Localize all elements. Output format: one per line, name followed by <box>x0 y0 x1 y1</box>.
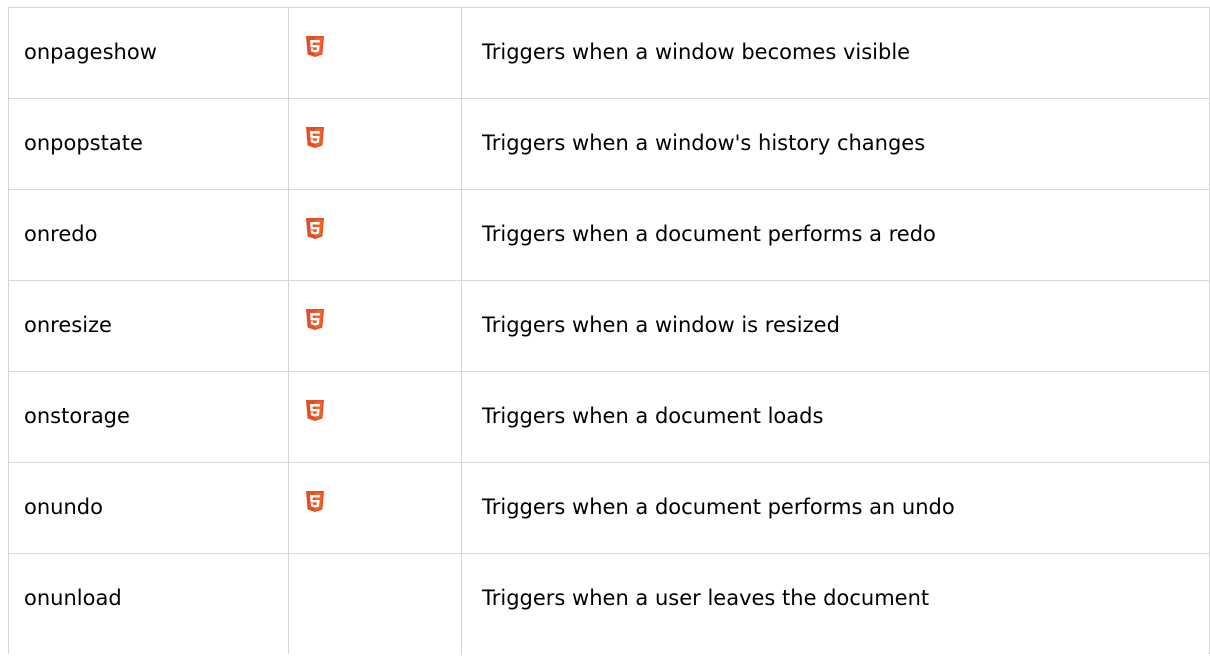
html5-icon <box>306 491 324 513</box>
event-name: onpopstate <box>8 99 289 189</box>
html5-cell <box>289 463 462 553</box>
event-name: onunload <box>8 554 289 654</box>
events-table: onpageshow Triggers when a window become… <box>8 7 1210 654</box>
event-description: Triggers when a user leaves the document <box>462 554 1210 654</box>
event-description: Triggers when a window becomes visible <box>462 8 1210 98</box>
event-description: Triggers when a document performs an und… <box>462 463 1210 553</box>
html5-icon <box>306 36 324 58</box>
event-name: onundo <box>8 463 289 553</box>
html5-icon <box>306 309 324 331</box>
event-name: onstorage <box>8 372 289 462</box>
html5-cell <box>289 8 462 98</box>
table-row: onpageshow Triggers when a window become… <box>8 8 1210 99</box>
event-description: Triggers when a document performs a redo <box>462 190 1210 280</box>
table-row: onunload Triggers when a user leaves the… <box>8 554 1210 654</box>
event-name: onredo <box>8 190 289 280</box>
table-row: onundo Triggers when a document performs… <box>8 463 1210 554</box>
event-description: Triggers when a document loads <box>462 372 1210 462</box>
table-row: onresize Triggers when a window is resiz… <box>8 281 1210 372</box>
html5-cell <box>289 190 462 280</box>
event-description: Triggers when a window's history changes <box>462 99 1210 189</box>
html5-cell <box>289 372 462 462</box>
html5-cell <box>289 554 462 654</box>
html5-icon <box>306 218 324 240</box>
html5-icon <box>306 400 324 422</box>
html5-cell <box>289 281 462 371</box>
event-name: onpageshow <box>8 8 289 98</box>
event-description: Triggers when a window is resized <box>462 281 1210 371</box>
table-row: onredo Triggers when a document performs… <box>8 190 1210 281</box>
table-row: onpopstate Triggers when a window's hist… <box>8 99 1210 190</box>
html5-icon <box>306 127 324 149</box>
html5-cell <box>289 99 462 189</box>
event-name: onresize <box>8 281 289 371</box>
table-row: onstorage Triggers when a document loads <box>8 372 1210 463</box>
